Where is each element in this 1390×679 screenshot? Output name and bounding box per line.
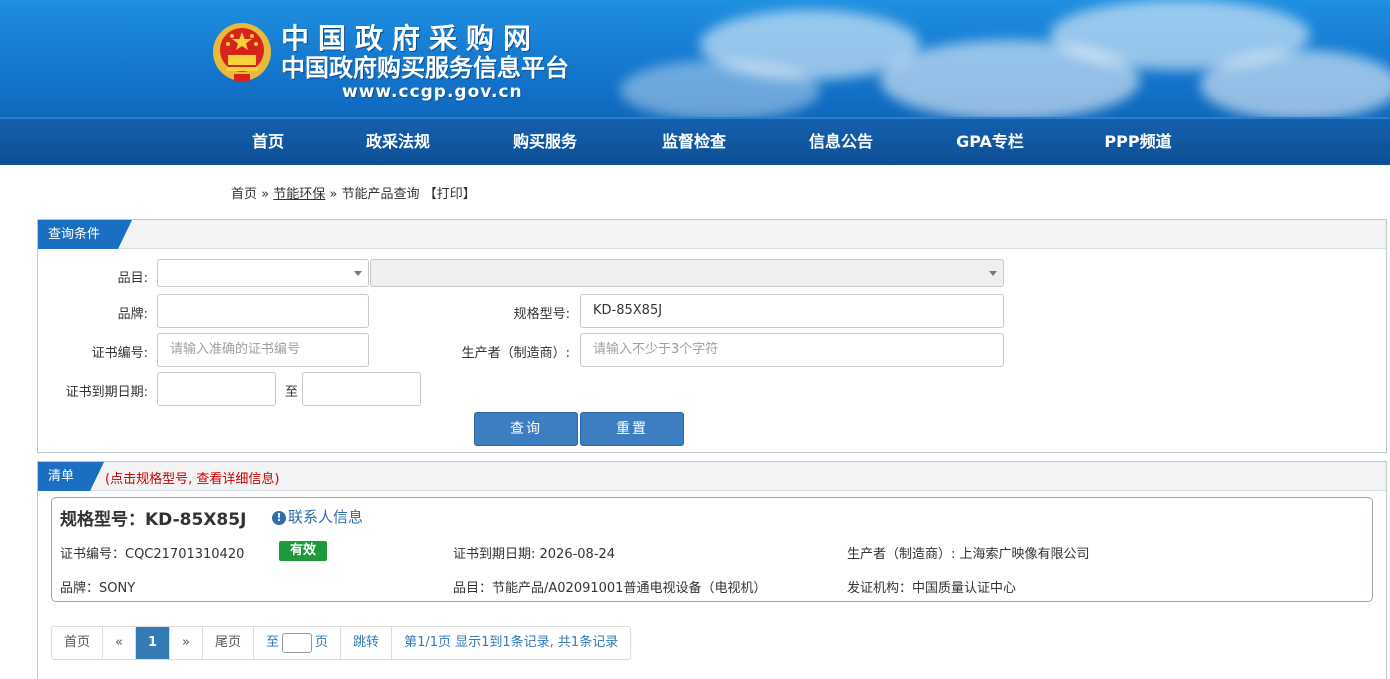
manufacturer-input[interactable]: 请输入不少于3个字符 <box>580 333 1004 367</box>
expire-date-value: 证书到期日期: 2026-08-24 <box>453 547 616 562</box>
breadcrumb-separator: » <box>261 187 270 202</box>
page-unit-label: 页 <box>315 635 329 650</box>
query-panel-tab: 查询条件 <box>38 220 132 249</box>
breadcrumb-section[interactable]: 节能环保 <box>273 187 325 202</box>
subcategory-select[interactable] <box>370 259 1004 287</box>
result-card: 规格型号：KD-85X85J ! 联系人信息 证书编号：CQC2170131042… <box>51 497 1373 602</box>
breadcrumb-separator: » <box>329 187 338 202</box>
cert-no-input[interactable]: 请输入准确的证书编号 <box>157 333 369 367</box>
model-title-link[interactable]: 规格型号：KD-85X85J <box>60 505 246 530</box>
next-page-button[interactable]: » <box>170 627 203 659</box>
site-subtitle: 中国政府购买服务信息平台 <box>281 54 569 82</box>
cert-no-label: 证书编号: <box>91 346 148 361</box>
model-label: 规格型号: <box>513 307 570 322</box>
main-nav: 首页 政采法规 购买服务 监督检查 信息公告 GPA专栏 PPP频道 <box>0 117 1390 165</box>
query-panel: 查询条件 品目: 品牌: 规格型号: KD-85X85J 证书编号: 请输入准确… <box>37 219 1387 453</box>
category-label: 品目: <box>117 271 148 286</box>
print-link[interactable]: 【打印】 <box>424 187 476 202</box>
jump-button[interactable]: 跳转 <box>341 627 393 659</box>
manufacturer-label: 生产者（制造商）: <box>461 346 570 361</box>
category-select[interactable] <box>157 259 369 287</box>
breadcrumb-home[interactable]: 首页 <box>231 187 257 202</box>
query-panel-header: 查询条件 <box>38 220 1386 249</box>
manufacturer-value: 生产者（制造商）: 上海索广映像有限公司 <box>847 547 1090 562</box>
prev-page-button[interactable]: « <box>103 627 136 659</box>
result-panel-tab: 清单 <box>38 462 104 491</box>
page-summary: 第1/1页 显示1到1条记录, 共1条记录 <box>404 635 619 650</box>
expire-from-input[interactable] <box>157 372 276 406</box>
reset-button[interactable]: 重置 <box>580 412 684 446</box>
nav-item-supervision[interactable]: 监督检查 <box>662 119 726 165</box>
breadcrumb: 首页 » 节能环保 » 节能产品查询 【打印】 <box>231 183 476 202</box>
last-page-button[interactable]: 尾页 <box>203 627 255 659</box>
nav-item-ppp[interactable]: PPP频道 <box>1104 119 1171 165</box>
national-emblem-icon <box>213 23 271 82</box>
contact-info-link[interactable]: ! 联系人信息 <box>272 506 363 527</box>
nav-item-home[interactable]: 首页 <box>252 119 284 165</box>
nav-item-gpa[interactable]: GPA专栏 <box>956 119 1024 165</box>
issuer-value: 发证机构：中国质量认证中心 <box>847 581 1017 596</box>
contact-info-label: 联系人信息 <box>288 508 364 526</box>
search-button[interactable]: 查询 <box>474 412 578 446</box>
result-panel: 清单 (点击规格型号, 查看详细信息) 规格型号：KD-85X85J ! 联系人信… <box>37 461 1387 679</box>
first-page-button[interactable]: 首页 <box>52 627 104 659</box>
brand-input[interactable] <box>157 294 369 328</box>
current-page-button[interactable]: 1 <box>135 627 171 659</box>
chevron-down-icon <box>989 271 997 276</box>
header-banner: 中国政府采购网 中国政府购买服务信息平台 www.ccgp.gov.cn <box>0 0 1390 117</box>
brand-value: 品牌：SONY <box>60 581 136 596</box>
category-value: 品目：节能产品/A02091001普通电视设备（电视机） <box>453 581 767 596</box>
page-jump-group: 至页 <box>254 627 342 659</box>
expire-to-input[interactable] <box>302 372 421 406</box>
site-url: www.ccgp.gov.cn <box>342 82 523 102</box>
status-badge: 有效 <box>279 541 327 561</box>
cert-no-value: 证书编号：CQC21701310420 <box>60 547 245 562</box>
info-icon: ! <box>272 511 286 525</box>
pagination: 首页 « 1 » 尾页 至页 跳转 第1/1页 显示1到1条记录, 共1条记录 <box>51 626 632 660</box>
nav-item-regulations[interactable]: 政采法规 <box>366 119 430 165</box>
breadcrumb-page: 节能产品查询 <box>341 187 420 202</box>
page-number-input[interactable] <box>282 632 313 653</box>
brand-label: 品牌: <box>117 307 148 322</box>
page-to-label: 至 <box>266 635 280 650</box>
date-range-separator: 至 <box>284 385 298 400</box>
site-title: 中国政府采购网 <box>281 22 541 55</box>
expire-date-label: 证书到期日期: <box>65 385 148 400</box>
result-hint: (点击规格型号, 查看详细信息) <box>105 472 280 487</box>
model-input[interactable]: KD-85X85J <box>580 294 1004 328</box>
chevron-down-icon <box>354 271 362 276</box>
result-panel-header: 清单 (点击规格型号, 查看详细信息) <box>38 462 1386 491</box>
nav-item-announcements[interactable]: 信息公告 <box>809 119 873 165</box>
nav-item-purchase-services[interactable]: 购买服务 <box>513 119 577 165</box>
